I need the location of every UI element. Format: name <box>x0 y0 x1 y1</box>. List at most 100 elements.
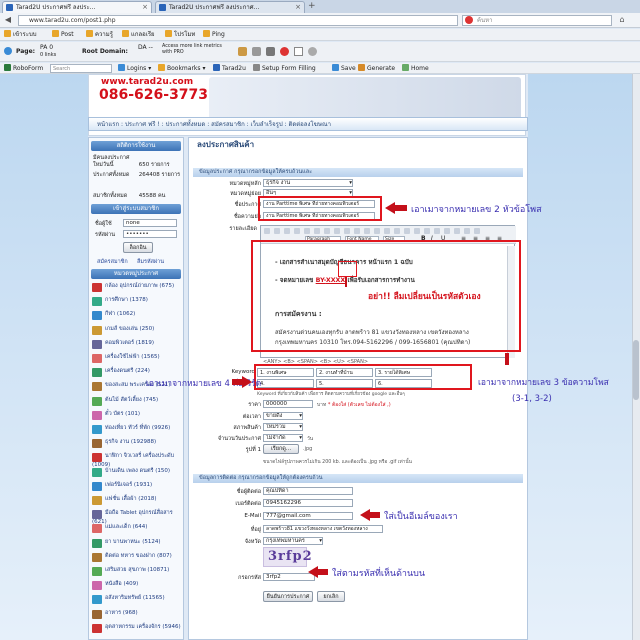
scrollbar-thumb[interactable] <box>633 340 639 400</box>
back-icon[interactable]: ◀ <box>2 15 14 26</box>
setup-form-button[interactable]: Setup Form Filling <box>253 63 316 74</box>
price-input[interactable]: 000000 <box>263 400 313 408</box>
favicon-icon <box>213 64 220 71</box>
category-item[interactable]: เฟอร์นิเจอร์ (1931) <box>92 481 182 494</box>
condition-select[interactable]: ใหม่รวม ▾ <box>263 423 303 431</box>
generate-button[interactable]: Generate <box>358 63 395 74</box>
main-nav[interactable]: หน้าแรก : ประกาศ ฟรี ! : ประกาศทั้งหมด :… <box>88 117 528 131</box>
category-item[interactable]: เกมส์ ของเล่น (250) <box>92 325 182 338</box>
roboform-button[interactable]: RoboForm <box>4 63 43 74</box>
bookmarks-button[interactable]: Bookmarks ▾ <box>158 63 205 74</box>
close-icon[interactable]: × <box>295 2 301 13</box>
editor-tool-icon[interactable] <box>464 228 470 234</box>
contact-name-input[interactable]: คุณปทิดา <box>263 487 353 495</box>
home-button[interactable]: Home <box>402 63 429 74</box>
category-item[interactable]: ยา บานพาหนะ (5124) <box>92 538 182 551</box>
close-icon[interactable]: × <box>142 2 148 13</box>
login-button[interactable]: ล็อกอิน <box>123 242 153 253</box>
browser-tab-1[interactable]: Tarad2U ประกาศฟรี ลงประ... × <box>2 1 152 13</box>
editor-tool-icon[interactable] <box>304 228 310 234</box>
bookmark-item[interactable]: ความรู้ <box>86 29 113 41</box>
category-item[interactable]: ต้นไม้ สัตว์เลี้ยง (745) <box>92 396 182 409</box>
category-item[interactable]: หนังสือ (409) <box>92 581 182 593</box>
editor-tool-icon[interactable] <box>294 228 300 234</box>
forgot-password-link[interactable]: ลืมรหัสผ่าน <box>137 258 164 266</box>
category-thumbnail-icon <box>92 410 102 420</box>
edit-icon[interactable] <box>238 47 247 56</box>
short-title-label: ชื่อความย่อ <box>233 214 261 220</box>
bookmark-item[interactable]: Ping <box>203 29 225 41</box>
editor-tool-icon[interactable] <box>284 228 290 234</box>
cancel-button[interactable]: ยกเลิก <box>317 591 345 602</box>
category-item[interactable]: นาฬิกา จิวเวลรี่ เครื่องประดับ (1009) <box>92 453 182 468</box>
home-icon[interactable]: ⌂ <box>616 15 628 26</box>
stat-row: ประกาศทั้งหมด 264408 รายการ <box>93 172 181 178</box>
category-item[interactable]: ตั๋ว บัตร (101) <box>92 410 182 423</box>
tarad2u-button[interactable]: Tarad2u <box>213 63 246 74</box>
register-link[interactable]: สมัครสมาชิก <box>97 258 128 266</box>
password-input[interactable]: ••••••• <box>123 230 177 238</box>
category-item[interactable]: คอมพิวเตอร์ (1819) <box>92 339 182 352</box>
category-item[interactable]: อาหาร (968) <box>92 609 182 622</box>
editor-tool-icon[interactable] <box>394 228 400 234</box>
editor-tool-icon[interactable] <box>324 228 330 234</box>
submit-button[interactable]: ยืนยันการประกาศ <box>263 591 313 602</box>
editor-tool-icon[interactable] <box>344 228 350 234</box>
close-icon[interactable] <box>280 47 289 56</box>
editor-tool-icon[interactable] <box>334 228 340 234</box>
editor-tool-icon[interactable] <box>414 228 420 234</box>
browser-tab-2[interactable]: Tarad2U ประกาศฟรี ลงประกาศ... × <box>155 1 305 13</box>
editor-tool-icon[interactable] <box>454 228 460 234</box>
category-item[interactable]: ธุรกิจ งาน (192988) <box>92 439 182 451</box>
category-item[interactable]: ติดต่อ ทหาร ของฝาก (807) <box>92 552 182 565</box>
gear-icon[interactable] <box>308 47 317 56</box>
editor-tool-icon[interactable] <box>384 228 390 234</box>
editor-tool-icon[interactable] <box>354 228 360 234</box>
robo-search-input[interactable]: Search <box>50 64 112 73</box>
save-button[interactable]: Save <box>332 63 356 74</box>
status-select[interactable]: ขายดีง ▾ <box>263 412 303 420</box>
bookmark-item[interactable]: Post <box>52 29 74 41</box>
address-input[interactable]: ลาดพร้าว81 แขวงวังทองหลาง เขตวังทองหลาง <box>263 525 383 533</box>
search-icon[interactable] <box>252 47 261 56</box>
category-item[interactable]: มือถือ Tablet อุปกรณ์สื่อสาร (621) <box>92 510 182 525</box>
bookmark-item[interactable]: เข้าระบบ <box>4 29 37 41</box>
editor-tool-icon[interactable] <box>444 228 450 234</box>
category-item[interactable]: อุตสาหกรรม เครื่องจักร (5946) <box>92 623 182 636</box>
username-input[interactable]: none <box>123 219 177 227</box>
editor-tool-icon[interactable] <box>404 228 410 234</box>
editor-tool-icon[interactable] <box>364 228 370 234</box>
email-input[interactable]: 777@gmail.com <box>263 512 353 520</box>
editor-tool-icon[interactable] <box>474 228 480 234</box>
category-item[interactable]: กล้อง อุปกรณ์ถ่ายภาพ (675) <box>92 283 182 295</box>
main-category-select[interactable]: ธุรกิจ งาน ▾ <box>263 179 353 187</box>
search-input[interactable]: ค้นหา <box>462 15 612 26</box>
editor-tool-icon[interactable] <box>374 228 380 234</box>
category-item[interactable]: บ้านเดิน เพลง ดนตรี (150) <box>92 467 182 480</box>
province-select[interactable]: กรุงเทพมหานคร ▾ <box>263 537 323 545</box>
logins-button[interactable]: Logins ▾ <box>118 63 151 74</box>
editor-tool-icon[interactable] <box>424 228 430 234</box>
category-item[interactable]: แฟชั่น เสื้อผ้า (2018) <box>92 496 182 508</box>
url-input[interactable]: www.tarad2u.com/post1.php <box>18 15 458 26</box>
wrench-icon[interactable] <box>266 47 275 56</box>
category-item[interactable]: ท่องเที่ยว ทัวร์ ที่พัก (9926) <box>92 425 182 437</box>
bookmark-item[interactable]: แกลอเรีย <box>122 29 155 41</box>
highlight-title <box>258 196 382 221</box>
editor-tool-icon[interactable] <box>434 228 440 234</box>
category-item[interactable]: เครื่องใช้ไฟฟ้า (1565) <box>92 354 182 366</box>
checkbox-icon[interactable] <box>294 47 303 56</box>
category-item[interactable]: กีฬา (1062) <box>92 311 182 323</box>
browse-button[interactable]: เรียกดู... <box>263 444 299 454</box>
bookmark-item[interactable]: โปรโมท <box>165 29 195 41</box>
editor-tool-icon[interactable] <box>314 228 320 234</box>
editor-tool-icon[interactable] <box>274 228 280 234</box>
category-item[interactable]: การศึกษา (1378) <box>92 297 182 309</box>
category-item[interactable]: อสังหาริมทรัพย์ (11565) <box>92 595 182 607</box>
contact-phone-input[interactable]: 0945162296 <box>263 499 353 507</box>
duration-select[interactable]: ไม่จำกัด ▾ <box>263 434 303 442</box>
category-item[interactable]: แม่และเด็ก (644) <box>92 524 182 536</box>
category-item[interactable]: เสริมสวย สุขภาพ (10871) <box>92 567 182 579</box>
new-tab-icon[interactable]: + <box>308 1 316 11</box>
editor-tool-icon[interactable] <box>264 228 270 234</box>
